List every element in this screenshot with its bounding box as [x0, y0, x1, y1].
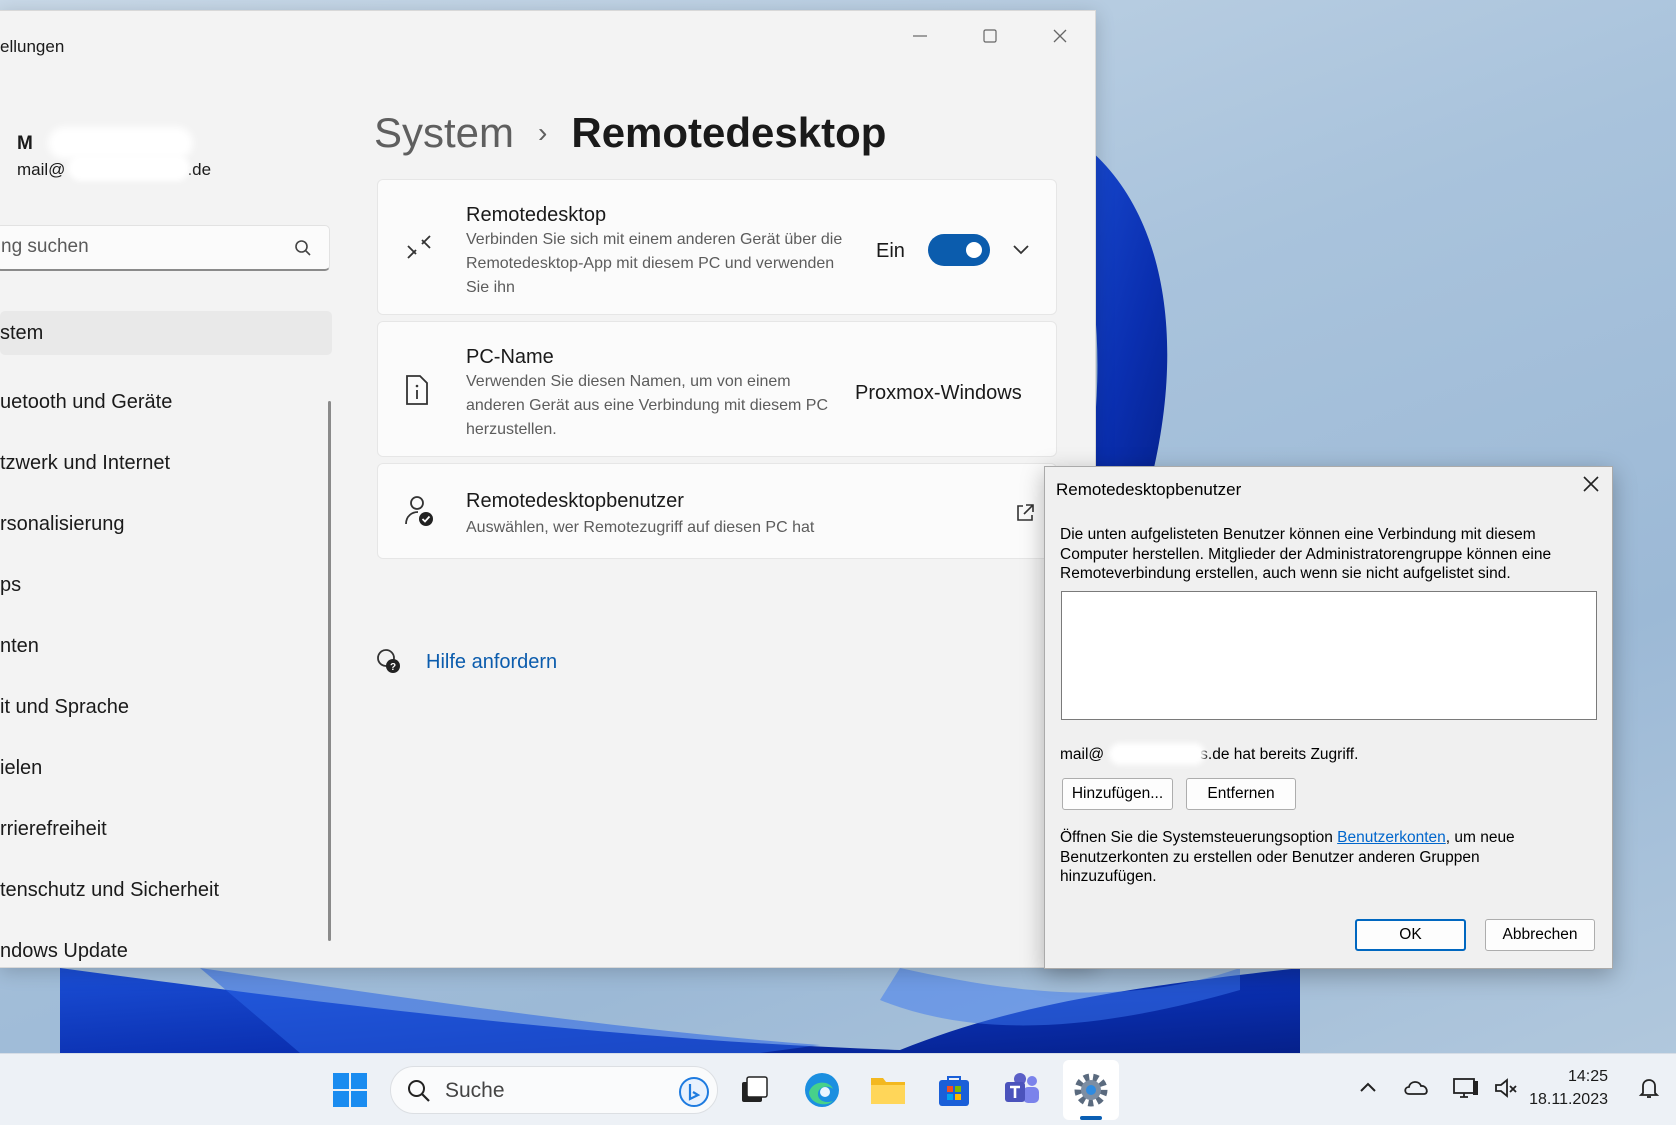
taskbar-search[interactable]: Suche [390, 1066, 718, 1114]
breadcrumb-separator: › [538, 117, 548, 148]
sidebar-item-bluetooth[interactable]: uetooth und Geräte [0, 372, 332, 433]
store-icon [939, 1076, 969, 1106]
chevron-up-icon[interactable] [1357, 1076, 1379, 1098]
breadcrumb-system[interactable]: System [374, 109, 514, 157]
document-info-icon [406, 375, 428, 405]
svg-text:?: ? [390, 662, 396, 673]
search-icon [295, 240, 311, 256]
sidebar-item-personalization[interactable]: rsonalisierung [0, 494, 332, 555]
redaction-blur [68, 155, 190, 181]
settings-button[interactable] [1069, 1068, 1113, 1112]
external-link-icon[interactable] [1014, 502, 1036, 524]
help-icon: ? [377, 649, 400, 673]
add-user-button[interactable]: Hinzufügen... [1062, 778, 1173, 810]
pc-name-desc: Verwenden Sie diesen Namen, um von einem… [466, 373, 828, 438]
maximize-button[interactable] [955, 11, 1025, 61]
remote-users-title: Remotedesktopbenutzer [466, 490, 684, 512]
dialog-description: Die unten aufgelisteten Benutzer können … [1060, 526, 1552, 582]
onedrive-icon[interactable] [1403, 1076, 1431, 1098]
remote-desktop-desc: Verbinden Sie sich mit einem anderen Ger… [466, 231, 843, 296]
toggle-label: Ein [876, 240, 905, 262]
settings-window: ellungen M mail@ .de ng suchen stem uetoo… [0, 10, 1096, 968]
window-controls [885, 11, 1095, 61]
sidebar-item-apps[interactable]: ps [0, 555, 332, 616]
dialog-note: Öffnen Sie die Systemsteuerungsoption Be… [1060, 829, 1515, 885]
user-accounts-link[interactable]: Benutzerkonten [1337, 829, 1446, 846]
redaction-blur [1109, 743, 1205, 765]
active-app-indicator [1080, 1116, 1102, 1120]
pc-name-value: Proxmox-Windows [855, 382, 1022, 404]
remote-users-dialog: Remotedesktopbenutzer Die unten aufgelis… [1044, 466, 1613, 969]
sidebar-item-privacy[interactable]: tenschutz und Sicherheit [0, 860, 332, 921]
sidebar-item-network[interactable]: tzwerk und Internet [0, 433, 332, 494]
remote-desktop-toggle[interactable] [928, 234, 990, 266]
account-name: M [17, 133, 33, 154]
cancel-button[interactable]: Abbrechen [1485, 919, 1595, 951]
sidebar-item-accounts[interactable]: nten [0, 616, 332, 677]
minimize-button[interactable] [885, 11, 955, 61]
clock-time: 14:25 [1567, 1068, 1608, 1085]
notification-bell-icon[interactable] [1637, 1076, 1661, 1100]
network-icon[interactable] [1452, 1076, 1480, 1102]
edge-button[interactable] [800, 1068, 844, 1112]
remote-users-card[interactable]: Remotedesktopbenutzer Auswählen, wer Rem… [377, 463, 1057, 559]
sidebar-item-gaming[interactable]: ielen [0, 738, 332, 799]
pc-name-card: PC-Name Verwenden Sie diesen Namen, um v… [377, 321, 1057, 457]
sidebar-nav: stem uetooth und Geräte tzwerk und Inter… [0, 311, 332, 967]
edge-icon [805, 1073, 839, 1107]
user-check-icon [405, 496, 433, 526]
taskbar-search-label: Suche [445, 1079, 505, 1102]
gear-icon [1074, 1073, 1108, 1107]
windows-logo-icon [333, 1073, 367, 1107]
remote-users-desc: Auswählen, wer Remotezugriff auf diesen … [466, 519, 815, 536]
page-title: Remotedesktop [571, 109, 887, 156]
settings-search-input[interactable]: ng suchen [0, 225, 330, 271]
remote-desktop-card[interactable]: Remotedesktop Verbinden Sie sich mit ein… [377, 179, 1057, 315]
user-listbox[interactable] [1061, 591, 1597, 720]
minimize-icon [913, 35, 927, 37]
start-button[interactable] [328, 1068, 372, 1112]
sidebar-item-accessibility[interactable]: rrierefreiheit [0, 799, 332, 860]
window-title: ellungen [0, 37, 65, 56]
bing-icon[interactable] [677, 1075, 711, 1109]
sidebar-scrollbar[interactable] [328, 401, 331, 941]
close-icon [1053, 29, 1067, 43]
folder-icon [871, 1078, 905, 1104]
chevron-down-icon[interactable] [1010, 238, 1032, 260]
teams-icon [1005, 1073, 1039, 1103]
remove-user-button[interactable]: Entfernen [1186, 778, 1296, 810]
pc-name-title: PC-Name [466, 346, 554, 368]
help-link[interactable]: Hilfe anfordern [426, 651, 557, 674]
task-view-button[interactable] [732, 1068, 776, 1112]
sidebar-item-system[interactable]: stem [0, 311, 332, 355]
dialog-close-icon[interactable] [1582, 475, 1600, 493]
taskbar: Suche 14:25 18.11.2023 [0, 1053, 1676, 1125]
store-button[interactable] [932, 1068, 976, 1112]
teams-button[interactable] [1000, 1068, 1044, 1112]
dialog-title: Remotedesktopbenutzer [1056, 480, 1242, 499]
remote-desktop-icon [407, 235, 431, 259]
close-button[interactable] [1025, 11, 1095, 61]
clock-date: 18.11.2023 [1529, 1091, 1608, 1108]
volume-muted-icon[interactable] [1493, 1076, 1519, 1100]
search-icon [408, 1080, 430, 1102]
maximize-icon [983, 29, 997, 43]
file-explorer-button[interactable] [866, 1068, 910, 1112]
sidebar-item-windows-update[interactable]: ndows Update [0, 921, 332, 967]
remote-desktop-title: Remotedesktop [466, 204, 607, 226]
toggle-knob [966, 242, 982, 258]
task-view-icon [742, 1076, 768, 1102]
ok-button[interactable]: OK [1355, 919, 1466, 951]
sidebar-item-time-language[interactable]: it und Sprache [0, 677, 332, 738]
breadcrumb: System › Remotedesktop [374, 109, 886, 157]
access-status: mail@ s.de hat bereits Zugriff. [1060, 746, 1359, 763]
taskbar-clock[interactable]: 14:25 18.11.2023 [1520, 1065, 1608, 1111]
